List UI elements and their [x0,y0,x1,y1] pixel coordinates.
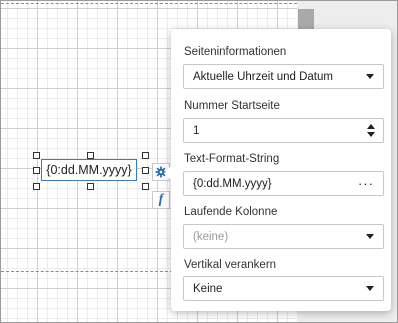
start-page-spinner[interactable]: 1 [183,118,384,143]
running-band-placeholder: (keine) [193,230,229,243]
resize-handle-top-right[interactable] [142,152,149,159]
chevron-down-icon [366,234,374,239]
band-top-border [1,1,297,4]
page-info-label: Seiteninformationen [184,46,287,58]
vertical-anchor-select[interactable]: Keine [183,276,384,301]
vertical-anchor-value: Keine [193,282,223,295]
report-designer: {0:dd.MM.yyyy} f Seiteninformationen Akt… [0,0,398,323]
function-icon: f [158,192,164,207]
page-info-select[interactable]: Aktuelle Uhrzeit und Datum [183,64,384,89]
start-page-label: Nummer Startseite [184,100,280,112]
chevron-down-icon [366,74,374,79]
page-info-field[interactable]: {0:dd.MM.yyyy} [41,159,137,181]
spinner-arrows-icon[interactable] [367,124,375,137]
resize-handle-top-center[interactable] [87,152,94,159]
resize-handle-bottom-center[interactable] [87,183,94,190]
running-band-label: Laufende Kolonne [184,206,278,218]
resize-handle-top-left[interactable] [33,152,40,159]
page-info-select-value: Aktuelle Uhrzeit und Datum [193,70,333,83]
format-string-label: Text-Format-String [184,153,280,165]
running-band-select[interactable]: (keine) [183,224,384,249]
resize-handle-middle-left[interactable] [33,167,40,174]
page-info-tasks-panel: Seiteninformationen Aktuelle Uhrzeit und… [164,29,391,311]
expression-button[interactable]: f [152,191,170,209]
chevron-down-icon [366,286,374,291]
format-string-field[interactable]: {0:dd.MM.yyyy} ··· [183,171,384,196]
resize-handle-bottom-right[interactable] [142,183,149,190]
page-info-field-text: {0:dd.MM.yyyy} [46,163,132,177]
resize-handle-bottom-left[interactable] [33,183,40,190]
ellipsis-icon[interactable]: ··· [358,177,374,190]
start-page-value: 1 [193,124,200,137]
resize-handle-middle-right[interactable] [142,167,149,174]
format-string-value: {0:dd.MM.yyyy} [193,177,272,190]
vertical-anchor-label: Vertikal verankern [184,259,277,271]
